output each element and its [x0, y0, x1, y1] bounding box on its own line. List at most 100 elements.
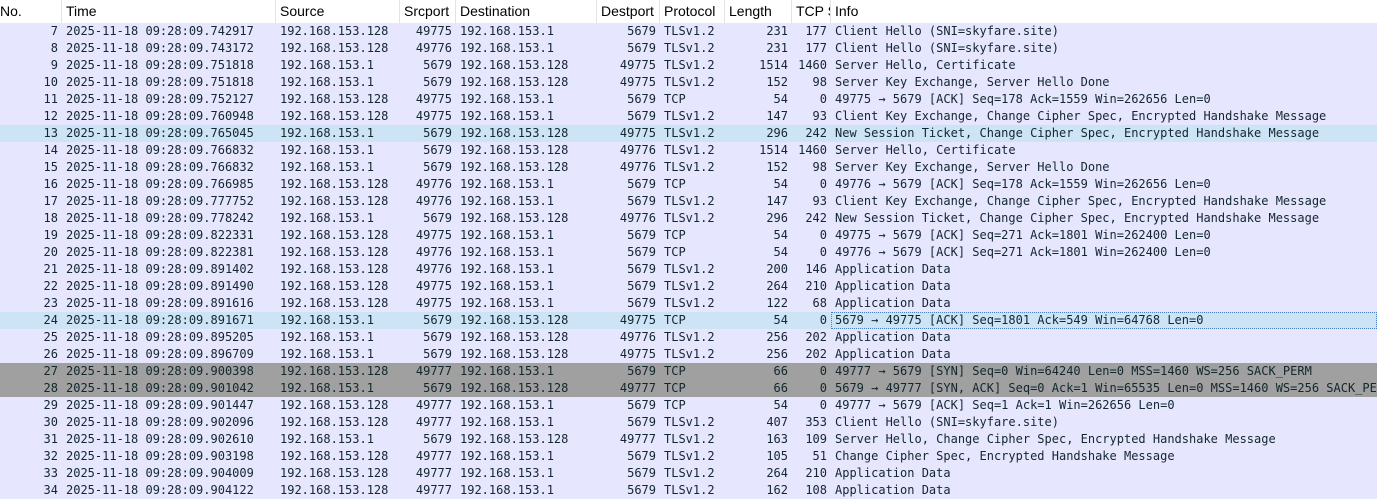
packet-row[interactable]: 21 2025-11-18 09:28:09.891402 192.168.153.…	[0, 261, 1377, 278]
packet-time: 2025-11-18 09:28:09.904009	[66, 466, 254, 480]
packet-time: 2025-11-18 09:28:09.900398	[66, 364, 254, 378]
packet-row[interactable]: 29 2025-11-18 09:28:09.901447 192.168.153.…	[0, 397, 1377, 414]
packet-row[interactable]: 11 2025-11-18 09:28:09.752127 192.168.153.…	[0, 91, 1377, 108]
packet-srcport: 49776	[415, 245, 452, 259]
column-header-no[interactable]: No.	[0, 0, 62, 23]
packet-no: 34	[43, 483, 58, 497]
packet-row[interactable]: 34 2025-11-18 09:28:09.904122 192.168.153.…	[0, 482, 1377, 499]
column-header-protocol[interactable]: Protocol	[660, 0, 725, 23]
packet-row[interactable]: 25 2025-11-18 09:28:09.895205 192.168.153.…	[0, 329, 1377, 346]
packet-srcport: 5679	[423, 211, 452, 225]
packet-protocol: TCP	[664, 364, 686, 378]
packet-srcport: 49775	[415, 228, 452, 242]
packet-srcport: 5679	[423, 160, 452, 174]
packet-srcport: 49776	[415, 262, 452, 276]
packet-row[interactable]: 10 2025-11-18 09:28:09.751818 192.168.153.…	[0, 74, 1377, 91]
column-header-source[interactable]: Source	[276, 0, 400, 23]
packet-row[interactable]: 19 2025-11-18 09:28:09.822331 192.168.153.…	[0, 227, 1377, 244]
packet-row[interactable]: 22 2025-11-18 09:28:09.891490 192.168.153.…	[0, 278, 1377, 295]
column-header-time[interactable]: Time	[62, 0, 276, 23]
packet-row[interactable]: 14 2025-11-18 09:28:09.766832 192.168.153.…	[0, 142, 1377, 159]
packet-row[interactable]: 9 2025-11-18 09:28:09.751818 192.168.153.1…	[0, 57, 1377, 74]
packet-no: 33	[43, 466, 58, 480]
packet-destport: 5679	[627, 296, 656, 310]
packet-row[interactable]: 12 2025-11-18 09:28:09.760948 192.168.153.…	[0, 108, 1377, 125]
packet-protocol: TLSv1.2	[664, 24, 715, 38]
packet-info: Client Hello (SNI=skyfare.site)	[835, 41, 1059, 55]
packet-no: 30	[43, 415, 58, 429]
packet-row[interactable]: 17 2025-11-18 09:28:09.777752 192.168.153.…	[0, 193, 1377, 210]
packet-tcp-segment: 68	[812, 296, 827, 310]
packet-destport: 5679	[627, 449, 656, 463]
packet-tcp-segment: 0	[819, 313, 827, 327]
packet-source: 192.168.153.1	[280, 126, 374, 140]
packet-tcp-segment: 0	[819, 364, 827, 378]
packet-destination: 192.168.153.1	[460, 262, 554, 276]
packet-row[interactable]: 20 2025-11-18 09:28:09.822381 192.168.153.…	[0, 244, 1377, 261]
packet-time: 2025-11-18 09:28:09.766832	[66, 160, 254, 174]
packet-destination: 192.168.153.128	[460, 160, 569, 174]
packet-info: 49777 → 5679 [SYN] Seq=0 Win=64240 Len=0…	[835, 364, 1312, 378]
packet-row[interactable]: 16 2025-11-18 09:28:09.766985 192.168.153.…	[0, 176, 1377, 193]
packet-srcport: 49776	[415, 41, 452, 55]
packet-row[interactable]: 8 2025-11-18 09:28:09.743172 192.168.153.1…	[0, 40, 1377, 57]
packet-srcport: 49777	[415, 415, 452, 429]
packet-no: 19	[43, 228, 58, 242]
packet-row[interactable]: 33 2025-11-18 09:28:09.904009 192.168.153.…	[0, 465, 1377, 482]
packet-protocol: TCP	[664, 313, 686, 327]
packet-destination: 192.168.153.1	[460, 415, 554, 429]
packet-info: 5679 → 49775 [ACK] Seq=1801 Ack=549 Win=…	[831, 312, 1377, 329]
packet-tcp-segment: 0	[819, 398, 827, 412]
packet-row[interactable]: 18 2025-11-18 09:28:09.778242 192.168.153.…	[0, 210, 1377, 227]
packet-row[interactable]: 15 2025-11-18 09:28:09.766832 192.168.153.…	[0, 159, 1377, 176]
packet-source: 192.168.153.1	[280, 330, 374, 344]
packet-destport: 5679	[627, 466, 656, 480]
packet-list-pane[interactable]: No. Time Source Srcport Destination Dest…	[0, 0, 1377, 499]
column-header-destination[interactable]: Destination	[456, 0, 597, 23]
packet-info: Application Data	[835, 296, 951, 310]
packet-protocol: TLSv1.2	[664, 483, 715, 497]
packet-length: 54	[773, 228, 788, 242]
packet-source: 192.168.153.128	[280, 296, 389, 310]
packet-row[interactable]: 27 2025-11-18 09:28:09.900398 192.168.153.…	[0, 363, 1377, 380]
packet-row[interactable]: 24 2025-11-18 09:28:09.891671 192.168.153.…	[0, 312, 1377, 329]
packet-no: 16	[43, 177, 58, 191]
packet-destport: 49775	[619, 347, 656, 361]
packet-srcport: 5679	[423, 313, 452, 327]
packet-row[interactable]: 23 2025-11-18 09:28:09.891616 192.168.153.…	[0, 295, 1377, 312]
packet-row[interactable]: 28 2025-11-18 09:28:09.901042 192.168.153.…	[0, 380, 1377, 397]
packet-length: 152	[766, 160, 788, 174]
packet-info: Application Data	[835, 330, 951, 344]
column-header-destport[interactable]: Destport	[597, 0, 660, 23]
packet-length: 296	[766, 211, 788, 225]
packet-row[interactable]: 7 2025-11-18 09:28:09.742917 192.168.153.1…	[0, 23, 1377, 40]
packet-destport: 5679	[627, 194, 656, 208]
packet-info: Client Key Exchange, Change Cipher Spec,…	[835, 194, 1327, 208]
column-header-length[interactable]: Length	[725, 0, 792, 23]
packet-row[interactable]: 32 2025-11-18 09:28:09.903198 192.168.153.…	[0, 448, 1377, 465]
packet-time: 2025-11-18 09:28:09.822381	[66, 245, 254, 259]
packet-length: 66	[773, 364, 788, 378]
packet-info: Application Data	[835, 483, 951, 497]
packet-destination: 192.168.153.1	[460, 245, 554, 259]
packet-protocol: TLSv1.2	[664, 449, 715, 463]
packet-length: 264	[766, 466, 788, 480]
packet-length: 54	[773, 245, 788, 259]
column-header-info[interactable]: Info	[831, 0, 1377, 23]
packet-source: 192.168.153.128	[280, 466, 389, 480]
packet-destport: 5679	[627, 245, 656, 259]
packet-destination: 192.168.153.128	[460, 347, 569, 361]
packet-source: 192.168.153.1	[280, 58, 374, 72]
packet-destination: 192.168.153.128	[460, 143, 569, 157]
packet-row[interactable]: 13 2025-11-18 09:28:09.765045 192.168.153.…	[0, 125, 1377, 142]
column-header-tcp-segment[interactable]: TCP S	[792, 0, 831, 23]
packet-srcport: 49775	[415, 296, 452, 310]
packet-no: 26	[43, 347, 58, 361]
packet-row[interactable]: 30 2025-11-18 09:28:09.902096 192.168.153.…	[0, 414, 1377, 431]
packet-info: 49776 → 5679 [ACK] Seq=271 Ack=1801 Win=…	[835, 245, 1211, 259]
packet-tcp-segment: 93	[812, 194, 827, 208]
column-header-srcport[interactable]: Srcport	[400, 0, 456, 23]
packet-row[interactable]: 31 2025-11-18 09:28:09.902610 192.168.153.…	[0, 431, 1377, 448]
packet-row[interactable]: 26 2025-11-18 09:28:09.896709 192.168.153.…	[0, 346, 1377, 363]
packet-info: New Session Ticket, Change Cipher Spec, …	[835, 126, 1320, 140]
